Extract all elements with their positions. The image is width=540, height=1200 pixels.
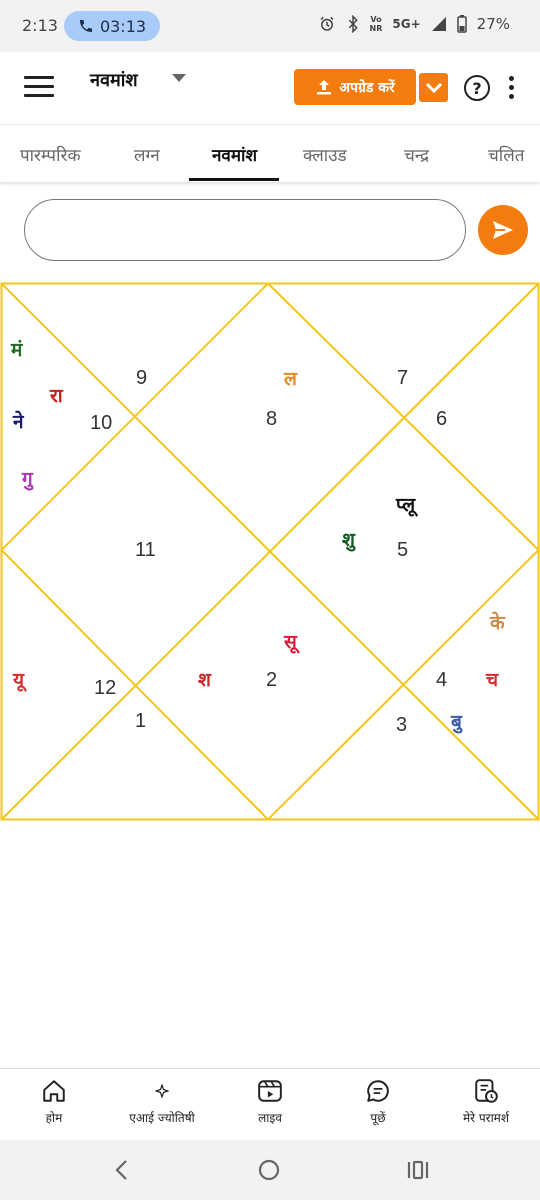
nav-live-label: लाइव: [258, 1111, 282, 1125]
tab-navamsha[interactable]: नवमांश: [212, 143, 257, 166]
signal-icon: [431, 17, 446, 31]
planet-uranus: यू: [12, 669, 27, 692]
upgrade-button[interactable]: अपग्रेड करें: [294, 69, 416, 105]
house-numbers: 9 10 8 7 6 11 5 12 2 4 1 3: [90, 367, 447, 736]
planet-lagna: ल: [283, 368, 298, 390]
alarm-icon: [320, 16, 334, 31]
planet-mars: मं: [10, 339, 23, 361]
nav-ask[interactable]: पूछें: [324, 1077, 432, 1126]
recent-apps-icon[interactable]: [406, 1160, 430, 1180]
house-number: 8: [266, 408, 277, 430]
nav-ask-label: पूछें: [370, 1111, 386, 1125]
active-tab-indicator: [189, 178, 279, 181]
more-options-icon[interactable]: [506, 75, 516, 101]
back-icon[interactable]: [112, 1158, 132, 1182]
battery-icon: [456, 15, 467, 33]
page-title[interactable]: नवमांश: [90, 68, 138, 92]
home-circle-icon[interactable]: [258, 1159, 280, 1181]
chat-icon: [367, 1080, 389, 1102]
planet-jupiter: गु: [21, 468, 34, 491]
planet-mercury: बु: [450, 711, 463, 734]
planet-venus: शु: [342, 529, 356, 552]
hamburger-menu-icon[interactable]: [24, 74, 56, 100]
sparkle-icon: [155, 1084, 169, 1098]
tab-chandra[interactable]: चन्द्र: [404, 143, 429, 166]
chevron-down-icon: [425, 82, 442, 93]
home-icon: [43, 1080, 65, 1102]
send-button[interactable]: [478, 205, 528, 255]
upgrade-label: अपग्रेड करें: [339, 79, 395, 96]
chart-tabs: पारम्परिक लग्न नवमांश क्लाउड चन्द्र चलित: [0, 124, 540, 182]
house-number: 5: [397, 539, 408, 561]
house-number: 2: [266, 669, 277, 691]
nav-home-label: होम: [45, 1111, 63, 1125]
navamsha-chart: 9 10 8 7 6 11 5 12 2 4 1 3 मं रा ने गु ल…: [0, 282, 540, 821]
bluetooth-icon: [348, 15, 358, 33]
house-number: 3: [396, 714, 407, 736]
app-bar: नवमांश अपग्रेड करें ?: [0, 52, 540, 124]
battery-level: 27%: [476, 15, 510, 33]
upgrade-options-button[interactable]: [419, 73, 448, 102]
tab-chalit[interactable]: चलित: [488, 143, 524, 166]
title-dropdown-icon[interactable]: [172, 74, 186, 82]
house-number: 12: [94, 677, 116, 699]
nav-ai-astrologer[interactable]: एआई ज्योतिषी: [108, 1077, 216, 1126]
house-number: 7: [397, 367, 408, 389]
house-number: 11: [135, 539, 156, 561]
signal-label: 5G+: [392, 17, 421, 31]
house-number: 1: [135, 710, 146, 732]
planet-rahu: रा: [49, 385, 64, 407]
nav-home[interactable]: होम: [0, 1077, 108, 1126]
network-type: Vo NR: [369, 15, 383, 33]
help-icon[interactable]: ?: [464, 75, 490, 101]
chart-grid: [0, 282, 540, 821]
status-bar: 2:13 03:13 Vo NR 5G+ 27%: [0, 0, 540, 52]
house-number: 9: [136, 367, 147, 389]
call-timer: 03:13: [99, 16, 147, 36]
status-icons: Vo NR 5G+ 27%: [318, 15, 510, 33]
phone-icon: [79, 20, 92, 32]
consultation-icon: [475, 1079, 498, 1103]
ongoing-call-chip[interactable]: 03:13: [64, 11, 160, 41]
house-number: 4: [436, 669, 447, 691]
planet-saturn: श: [198, 669, 212, 691]
planet-sun: सू: [283, 631, 300, 654]
bottom-navigation: होम एआई ज्योतिषी लाइव पूछें मेरे परामर्श: [0, 1068, 540, 1140]
nav-ai-astrologer-label: एआई ज्योतिषी: [129, 1111, 195, 1125]
tab-lagna[interactable]: लग्न: [134, 143, 160, 166]
send-icon: [493, 221, 513, 239]
status-time: 2:13: [22, 16, 58, 35]
question-input[interactable]: [24, 199, 466, 261]
planet-ketu: के: [489, 611, 506, 634]
planet-neptune: ने: [12, 410, 25, 433]
planet-moon: च: [485, 669, 499, 691]
live-video-icon: [258, 1080, 282, 1102]
planet-pluto: प्लू: [395, 494, 418, 517]
house-number: 10: [90, 412, 112, 434]
tab-cloud[interactable]: क्लाउड: [303, 143, 347, 166]
nav-my-consultations-label: मेरे परामर्श: [462, 1111, 510, 1125]
nav-live[interactable]: लाइव: [216, 1077, 324, 1126]
nav-my-consultations[interactable]: मेरे परामर्श: [432, 1077, 540, 1126]
upload-icon: [317, 80, 332, 95]
planets: मं रा ने गु ल प्लू शु सू श के च बु यू: [10, 339, 506, 734]
tab-paramparik[interactable]: पारम्परिक: [20, 143, 81, 166]
system-navigation-bar: [0, 1140, 540, 1200]
house-number: 6: [436, 408, 447, 430]
